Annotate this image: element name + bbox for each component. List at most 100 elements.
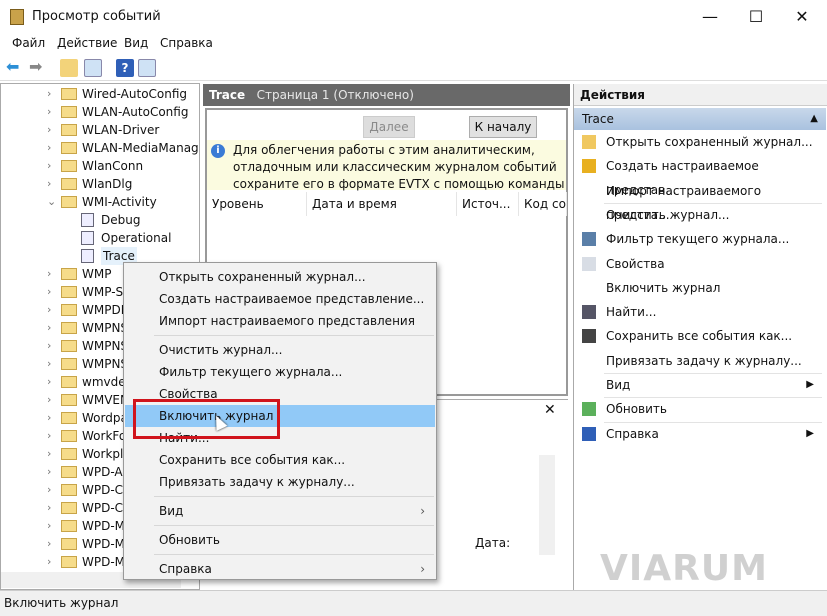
menu-view[interactable]: Вид <box>124 36 148 50</box>
context-menu-label: Вид <box>159 504 184 518</box>
menu-bar: Файл Действие Вид Справка <box>0 34 827 54</box>
minimize-button[interactable]: — <box>690 4 730 30</box>
action-item[interactable]: Вид ▶ <box>574 373 826 397</box>
tree-item-label: WPD-M <box>82 537 126 551</box>
chevron-right-icon[interactable]: › <box>47 337 51 355</box>
chevron-right-icon[interactable]: › <box>47 427 51 445</box>
menu-action[interactable]: Действие <box>57 36 117 50</box>
context-menu-item[interactable]: Импорт настраиваемого представления <box>125 310 435 332</box>
action-item[interactable]: Найти... <box>574 300 826 324</box>
action-item[interactable]: Свойства <box>574 252 826 276</box>
context-menu-item[interactable]: Создать настраиваемое представление... <box>125 288 435 310</box>
chevron-right-icon[interactable]: › <box>47 445 51 463</box>
context-menu-item[interactable]: Очистить журнал... <box>125 339 435 361</box>
toolbar: ⬅ ➡ ? <box>0 55 827 81</box>
folder-icon <box>61 394 77 406</box>
tree-item[interactable]: › WLAN-MediaManager <box>1 139 199 157</box>
forward-icon[interactable]: ➡ <box>29 59 47 77</box>
context-menu-item[interactable]: Обновить <box>125 529 435 551</box>
action-label: Вид <box>606 378 631 392</box>
chevron-right-icon[interactable]: › <box>47 481 51 499</box>
chevron-right-icon[interactable]: › <box>47 175 51 193</box>
tree-item[interactable]: › Wired-AutoConfig <box>1 85 199 103</box>
folder-icon <box>61 412 77 424</box>
tree-item[interactable]: › WlanDlg <box>1 175 199 193</box>
menu-file[interactable]: Файл <box>12 36 45 50</box>
next-button[interactable]: Далее <box>363 116 415 138</box>
details-scrollbar[interactable] <box>539 455 555 555</box>
action-item[interactable]: Фильтр текущего журнала... <box>574 227 826 251</box>
action-item[interactable]: Открыть сохраненный журнал... <box>574 130 826 154</box>
chevron-right-icon[interactable]: › <box>47 409 51 427</box>
section-title: Trace <box>582 112 614 126</box>
chevron-right-icon[interactable]: › <box>47 499 51 517</box>
maximize-button[interactable]: ☐ <box>736 4 776 30</box>
chevron-right-icon[interactable]: › <box>47 355 51 373</box>
event-viewer-icon <box>10 9 24 25</box>
chevron-right-icon[interactable]: › <box>47 553 51 571</box>
tree-item-label: WlanConn <box>82 159 144 173</box>
action-label: Обновить <box>606 402 667 417</box>
chevron-right-icon[interactable]: › <box>47 85 51 103</box>
show-tree-icon[interactable] <box>84 59 102 77</box>
info-banner: i Для облегчения работы с этим аналитиче… <box>207 140 566 191</box>
first-page-button[interactable]: К началу <box>469 116 537 138</box>
column-event-id[interactable]: Код со... <box>519 192 567 216</box>
tree-item-label: WPD-Cl <box>82 483 127 497</box>
actions-section-trace[interactable]: Trace ▲ <box>574 108 826 130</box>
menu-help[interactable]: Справка <box>160 36 213 50</box>
tree-item[interactable]: › WlanConn <box>1 157 199 175</box>
context-menu-item[interactable]: Вид › <box>125 500 435 522</box>
context-menu-label: Сохранить все события как... <box>159 453 346 467</box>
folder-open-icon <box>582 135 596 149</box>
context-menu-item[interactable]: Справка › <box>125 558 435 580</box>
column-datetime[interactable]: Дата и время <box>307 192 457 216</box>
details-close-icon[interactable]: ✕ <box>544 402 556 418</box>
show-actions-icon[interactable] <box>138 59 156 77</box>
chevron-right-icon[interactable]: › <box>47 535 51 553</box>
log-header: Trace Страница 1 (Отключено) <box>203 84 570 106</box>
chevron-right-icon[interactable]: › <box>47 283 51 301</box>
log-status: (Отключено) <box>333 88 414 102</box>
collapse-icon[interactable]: ▲ <box>810 108 818 130</box>
close-button[interactable]: ✕ <box>782 4 822 30</box>
column-level[interactable]: Уровень <box>207 192 307 216</box>
chevron-right-icon[interactable]: › <box>47 121 51 139</box>
tree-item[interactable]: › WLAN-Driver <box>1 121 199 139</box>
action-item[interactable]: Справка ▶ <box>574 422 826 446</box>
action-item[interactable]: Обновить <box>574 397 826 421</box>
chevron-right-icon[interactable]: › <box>47 301 51 319</box>
context-menu-item[interactable]: Сохранить все события как... <box>125 449 435 471</box>
chevron-right-icon[interactable]: › <box>47 139 51 157</box>
folder-icon <box>61 538 77 550</box>
column-source[interactable]: Источ... <box>457 192 519 216</box>
chevron-right-icon[interactable]: › <box>47 517 51 535</box>
action-item[interactable]: Импорт настраиваемого предста... <box>574 179 826 222</box>
action-item[interactable]: Сохранить все события как... <box>574 324 826 348</box>
tree-item[interactable]: Operational <box>1 229 199 247</box>
context-menu-item[interactable]: Фильтр текущего журнала... <box>125 361 435 383</box>
submenu-arrow-icon: ▶ <box>806 379 814 390</box>
up-folder-icon[interactable] <box>60 59 78 77</box>
chevron-right-icon[interactable]: › <box>47 391 51 409</box>
chevron-right-icon[interactable]: › <box>47 319 51 337</box>
tree-item[interactable]: ⌄ WMI-Activity <box>1 193 199 211</box>
chevron-right-icon[interactable]: › <box>47 265 51 283</box>
help-icon[interactable]: ? <box>116 59 134 77</box>
action-item[interactable]: Привязать задачу к журналу... <box>574 349 826 373</box>
chevron-right-icon[interactable]: › <box>47 463 51 481</box>
context-menu-item[interactable]: Привязать задачу к журналу... <box>125 471 435 493</box>
folder-icon <box>61 340 77 352</box>
tree-item[interactable]: Debug <box>1 211 199 229</box>
action-item[interactable]: Включить журнал <box>574 276 826 300</box>
action-item[interactable]: Создать настраиваемое представ... <box>574 154 826 197</box>
folder-icon <box>61 304 77 316</box>
back-icon[interactable]: ⬅ <box>6 59 24 77</box>
action-item[interactable]: Очистить журнал... <box>574 203 826 227</box>
chevron-right-icon[interactable]: › <box>47 157 51 175</box>
context-menu-item[interactable]: Открыть сохраненный журнал... <box>125 266 435 288</box>
tree-item[interactable]: › WLAN-AutoConfig <box>1 103 199 121</box>
chevron-right-icon[interactable]: › <box>47 373 51 391</box>
chevron-right-icon[interactable]: › <box>47 103 51 121</box>
chevron-down-icon[interactable]: ⌄ <box>47 193 56 211</box>
